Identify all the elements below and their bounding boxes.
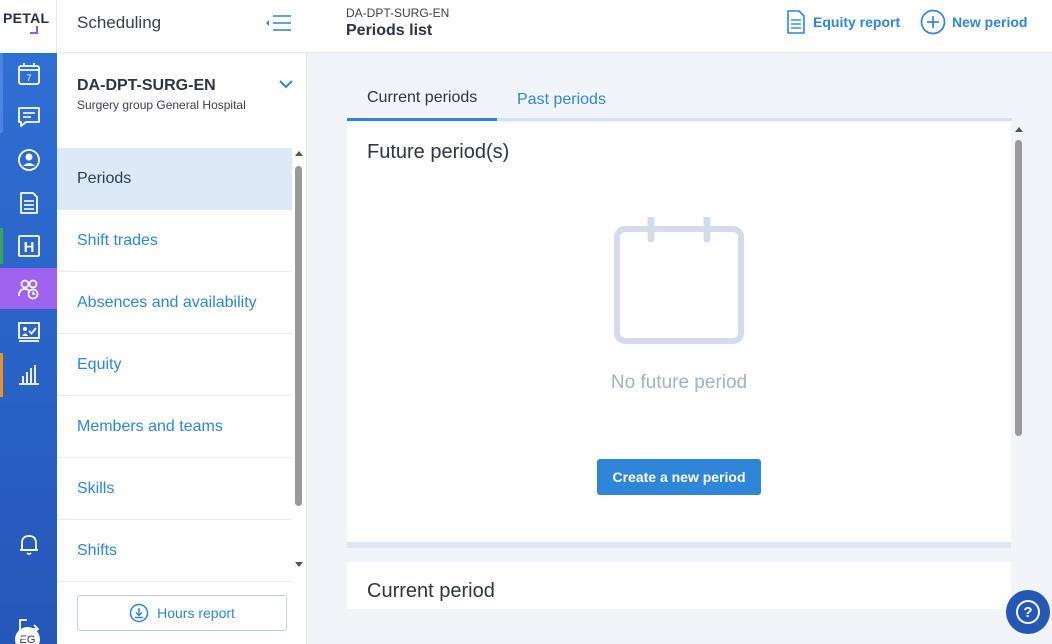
empty-state-text: No future period (610, 372, 748, 393)
logo-text: PETAL (3, 10, 50, 26)
logo-mark-icon (30, 26, 38, 34)
main-scroll-thumb[interactable] (1015, 140, 1022, 436)
hours-report-label: Hours report (157, 605, 235, 621)
rail-hospital[interactable]: H (0, 225, 57, 266)
rail-calendar[interactable]: 7 (0, 53, 57, 94)
equity-report-label: Equity report (813, 14, 901, 30)
sidebar-header: Scheduling (57, 0, 307, 53)
current-period-card: Current period (347, 562, 1011, 609)
hospital-letter: H (23, 239, 34, 256)
document-icon (19, 191, 38, 214)
logo[interactable]: PETAL (0, 0, 57, 53)
bar-chart-icon (18, 364, 39, 385)
rail-statistics[interactable] (0, 354, 57, 395)
main-scrollbar[interactable] (1012, 122, 1026, 608)
current-period-title: Current period (367, 580, 495, 602)
sidebar-item-absences[interactable]: Absences and availability (57, 272, 292, 334)
hours-report-button[interactable]: Hours report (77, 595, 287, 631)
plus-circle-icon (920, 9, 946, 35)
top-bar: DA-DPT-SURG-EN Periods list Equity repor… (307, 0, 1052, 53)
calendar-icon: 7 (17, 62, 40, 85)
future-periods-title: Future period(s) (367, 141, 510, 163)
org-subtitle: Surgery group General Hospital (77, 98, 246, 112)
report-document-icon (787, 10, 805, 34)
chevron-down-icon[interactable] (277, 75, 295, 93)
sidebar-item-shifts[interactable]: Shifts (57, 520, 292, 582)
rail-presentation[interactable] (0, 311, 57, 352)
rail-profile[interactable] (0, 139, 57, 180)
hospital-icon: H (17, 234, 40, 257)
rail-notifications[interactable] (0, 523, 57, 564)
create-period-button[interactable]: Create a new period (597, 459, 761, 495)
empty-calendar-icon (614, 217, 744, 344)
sidebar-scroll-thumb[interactable] (295, 166, 302, 506)
help-button[interactable]: ? (1006, 590, 1050, 634)
equity-report-button[interactable]: Equity report (785, 9, 900, 35)
sidebar-item-periods[interactable]: Periods (57, 148, 292, 210)
main-scroll-up-icon[interactable] (1012, 124, 1026, 134)
card-divider (347, 542, 1011, 548)
sidebar-item-members-teams[interactable]: Members and teams (57, 396, 292, 458)
scroll-up-icon[interactable] (293, 148, 305, 158)
tab-current-periods[interactable]: Current periods (347, 78, 497, 121)
period-tabs: Current periods Past periods (347, 78, 1012, 121)
sidebar-item-shift-trades[interactable]: Shift trades (57, 210, 292, 272)
sidebar-scrollbar[interactable] (293, 148, 305, 573)
page-title: Periods list (346, 22, 433, 39)
sidebar: DA-DPT-SURG-EN Surgery group General Hos… (57, 53, 307, 644)
user-icon (17, 148, 40, 171)
rail-documents[interactable] (0, 182, 57, 223)
breadcrumb[interactable]: DA-DPT-SURG-EN (346, 6, 449, 20)
rail-scheduling[interactable] (0, 268, 57, 309)
help-icon: ? (1016, 600, 1040, 624)
org-name: DA-DPT-SURG-EN (77, 77, 216, 94)
rail-chat[interactable] (0, 96, 57, 137)
sidebar-item-skills[interactable]: Skills (57, 458, 292, 520)
collapse-menu-icon (266, 15, 291, 31)
new-period-label: New period (952, 14, 1028, 30)
module-title: Scheduling (77, 13, 162, 32)
tab-past-periods[interactable]: Past periods (517, 78, 606, 121)
rail-logout[interactable] (0, 608, 57, 644)
bell-icon (19, 534, 38, 555)
download-icon (129, 603, 149, 623)
chat-icon (17, 106, 40, 127)
presentation-check-icon (17, 321, 40, 342)
logout-icon (18, 618, 39, 639)
future-periods-card: Future period(s) No future period Create… (347, 122, 1011, 542)
collapse-sidebar-button[interactable] (261, 10, 295, 36)
sidebar-nav: Periods Shift trades Absences and availa… (57, 148, 292, 582)
scroll-down-icon[interactable] (293, 560, 305, 570)
icon-rail: 7 H EG (0, 53, 57, 644)
scheduling-group-icon (17, 279, 38, 299)
sidebar-item-equity[interactable]: Equity (57, 334, 292, 396)
new-period-button[interactable]: New period (920, 9, 1027, 35)
calendar-day: 7 (26, 73, 31, 83)
